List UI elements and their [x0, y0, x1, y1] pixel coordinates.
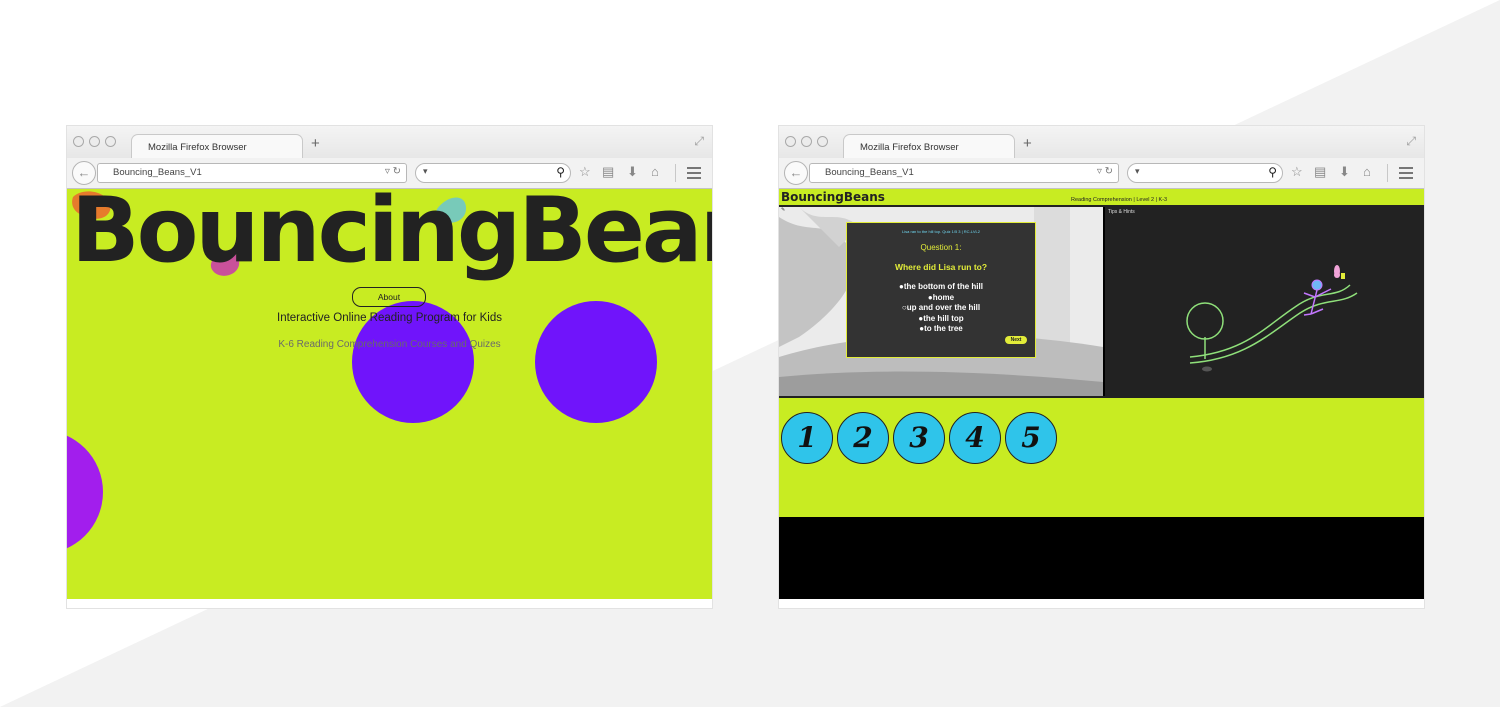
about-button[interactable]: About	[352, 287, 426, 307]
hill-illustration	[1186, 265, 1358, 372]
number-button-5[interactable]: 5	[1005, 412, 1057, 464]
resize-icon[interactable]: ⤢	[694, 134, 704, 149]
browser-window-right: Mozilla Firefox Browser + ⤢ Bouncing_Bea…	[779, 126, 1424, 608]
clipboard-icon[interactable]: ▤	[602, 165, 614, 179]
answer-option[interactable]: ○up and over the hill	[847, 303, 1035, 314]
nav-bar: Bouncing_Beans_V1 ▿ ↻ ← ▾ ⚲ ☆ ▤ ⬇ ⌂	[67, 158, 712, 189]
answer-options: ●the bottom of the hill ●home ○up and ov…	[847, 282, 1035, 335]
number-button-1[interactable]: 1	[781, 412, 833, 464]
number-label: 3	[909, 421, 929, 454]
star-icon[interactable]: ☆	[1291, 165, 1303, 179]
url-text: Bouncing_Beans_V1	[825, 167, 914, 178]
quiz-small-header: Lisa ran to the hill top. Quiz 1/5 3 | R…	[902, 229, 980, 234]
tips-panel: Tips & Hints	[1105, 207, 1424, 396]
toolbar-divider	[1387, 164, 1388, 182]
number-label: 1	[797, 421, 817, 454]
question-text: Where did Lisa run to?	[894, 262, 988, 272]
reload-icon[interactable]: ▿ ↻	[1097, 166, 1113, 177]
quiz-page: BouncingBeans Reading Comprehension | Le…	[779, 189, 1424, 599]
number-bar: 1 2 3 4 5	[779, 396, 1424, 517]
logo-text: BouncingBeans	[71, 189, 712, 283]
number-button-2[interactable]: 2	[837, 412, 889, 464]
download-icon[interactable]: ⬇	[1339, 165, 1350, 179]
new-tab-icon[interactable]: +	[311, 136, 320, 151]
url-bar[interactable]: Bouncing_Beans_V1 ▿ ↻	[97, 163, 407, 183]
nav-bar: Bouncing_Beans_V1 ▿ ↻ ← ▾ ⚲ ☆ ▤ ⬇ ⌂	[779, 158, 1424, 189]
search-input[interactable]: ▾ ⚲	[415, 163, 571, 183]
answer-option[interactable]: ●the hill top	[847, 314, 1035, 325]
browser-tab[interactable]: Mozilla Firefox Browser	[131, 134, 303, 159]
answer-option-text: the bottom of the hill	[903, 282, 983, 291]
home-icon[interactable]: ⌂	[1363, 165, 1371, 179]
question-label: Question 1:	[920, 243, 962, 252]
quiz-panel: Lisa ran to the hill top. Quiz 1/5 3 | R…	[846, 222, 1036, 358]
close-window-dot[interactable]	[73, 136, 84, 147]
back-arrow-icon[interactable]: ←	[72, 161, 96, 185]
new-tab-icon[interactable]: +	[1023, 136, 1032, 151]
tab-title: Mozilla Firefox Browser	[860, 142, 959, 153]
quiz-header-bar: BouncingBeans Reading Comprehension | Le…	[779, 189, 1424, 207]
search-icon[interactable]: ⚲	[1268, 165, 1277, 179]
clipboard-icon[interactable]: ▤	[1314, 165, 1326, 179]
answer-option-text: home	[932, 292, 955, 302]
minimize-window-dot[interactable]	[801, 136, 812, 147]
hamburger-menu-icon[interactable]	[687, 167, 701, 182]
back-arrow-icon[interactable]: ←	[784, 161, 808, 185]
maximize-window-dot[interactable]	[817, 136, 828, 147]
title-bar: Mozilla Firefox Browser + ⤢	[67, 126, 712, 159]
answer-option-text: up and over the hill	[906, 303, 981, 312]
number-label: 2	[853, 421, 873, 454]
minimize-window-dot[interactable]	[89, 136, 100, 147]
answer-option-text: to the tree	[924, 324, 963, 333]
search-input[interactable]: ▾ ⚲	[1127, 163, 1283, 183]
answer-option[interactable]: ●to the tree	[847, 324, 1035, 335]
answer-option-text: the hill top	[923, 313, 964, 323]
download-icon[interactable]: ⬇	[627, 165, 638, 179]
next-button[interactable]: Next	[1005, 336, 1027, 344]
tab-title: Mozilla Firefox Browser	[148, 142, 247, 153]
landing-page: BouncingBeans About Interactive Online R…	[67, 189, 712, 599]
star-icon[interactable]: ☆	[579, 165, 591, 179]
resize-icon[interactable]: ⤢	[1406, 134, 1416, 149]
hamburger-menu-icon[interactable]	[1399, 167, 1413, 182]
toolbar-divider	[675, 164, 676, 182]
answer-option[interactable]: ●the bottom of the hill	[847, 282, 1035, 293]
number-button-3[interactable]: 3	[893, 412, 945, 464]
maximize-window-dot[interactable]	[105, 136, 116, 147]
logo-text-small: BouncingBeans	[781, 190, 885, 204]
answer-option[interactable]: ●home	[847, 293, 1035, 304]
headline: Interactive Online Reading Program for K…	[277, 312, 502, 324]
browser-window-left: Mozilla Firefox Browser + ⤢ Bouncing_Bea…	[67, 126, 712, 608]
number-label: 5	[1021, 421, 1041, 454]
search-engine-dropdown-icon[interactable]: ▾	[423, 166, 428, 177]
url-bar[interactable]: Bouncing_Beans_V1 ▿ ↻	[809, 163, 1119, 183]
title-bar: Mozilla Firefox Browser + ⤢	[779, 126, 1424, 159]
number-button-4[interactable]: 4	[949, 412, 1001, 464]
magenta-bean-circle	[67, 435, 103, 549]
reload-icon[interactable]: ▿ ↻	[385, 166, 401, 177]
browser-tab[interactable]: Mozilla Firefox Browser	[843, 134, 1015, 159]
scene-logo-icon: ✎	[781, 207, 786, 213]
search-icon[interactable]: ⚲	[556, 165, 565, 179]
number-label: 4	[965, 421, 985, 454]
close-window-dot[interactable]	[785, 136, 796, 147]
subheadline: K-6 Reading Comprehension Courses and Qu…	[278, 339, 501, 350]
breadcrumb: Reading Comprehension | Level 2 | K-3	[1071, 197, 1168, 203]
search-engine-dropdown-icon[interactable]: ▾	[1135, 166, 1140, 177]
home-icon[interactable]: ⌂	[651, 165, 659, 179]
url-text: Bouncing_Beans_V1	[113, 167, 202, 178]
